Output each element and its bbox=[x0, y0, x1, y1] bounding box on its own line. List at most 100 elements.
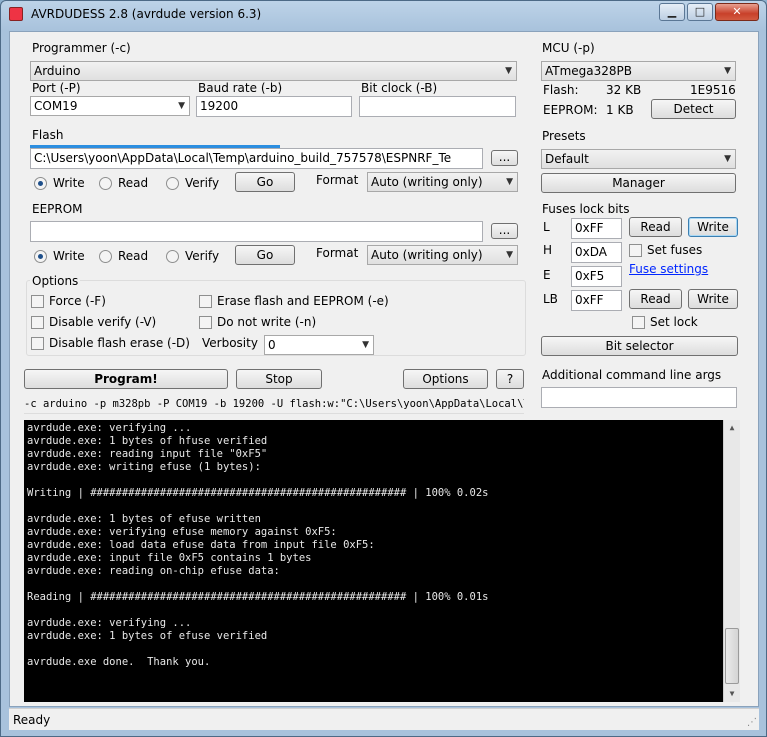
console-line: avrdude.exe: 1 bytes of efuse written bbox=[27, 513, 261, 525]
disable-flash-erase-label: Disable flash erase (-D) bbox=[49, 336, 190, 350]
chevron-down-icon: ▼ bbox=[724, 66, 731, 76]
mcu-select[interactable]: ATmega328PB ▼ bbox=[541, 61, 736, 81]
bitclock-label: Bit clock (-B) bbox=[361, 81, 438, 95]
chevron-down-icon: ▼ bbox=[505, 66, 512, 76]
resize-grip-icon[interactable]: ⋰ bbox=[747, 717, 757, 728]
eeprom-format-select[interactable]: Auto (writing only) ▼ bbox=[367, 245, 518, 265]
eeprom-browse-button[interactable]: ... bbox=[491, 223, 518, 239]
flash-write-label: Write bbox=[53, 176, 85, 190]
verbosity-label: Verbosity bbox=[202, 336, 258, 350]
scrollbar-thumb[interactable] bbox=[725, 628, 739, 684]
maximize-button[interactable]: □ bbox=[687, 3, 713, 21]
fuse-h-label: H bbox=[543, 243, 553, 257]
disable-flash-erase-checkbox[interactable] bbox=[31, 337, 44, 350]
program-button[interactable]: Program! bbox=[24, 369, 228, 389]
erase-flash-label: Erase flash and EEPROM (-e) bbox=[217, 294, 389, 308]
console-line: Reading | ##############################… bbox=[27, 591, 489, 603]
client-area: Programmer (-c) Arduino ▼ Port (-P) COM1… bbox=[9, 31, 759, 707]
command-line-preview: -c arduino -p m328pb -P COM19 -b 19200 -… bbox=[24, 394, 524, 414]
main-window: AVRDUDESS 2.8 (avrdude version 6.3) ▁ □ … bbox=[0, 0, 767, 737]
detect-button[interactable]: Detect bbox=[651, 99, 736, 119]
set-lock-label: Set lock bbox=[650, 315, 698, 329]
console-line: avrdude.exe: input file 0xF5 contains 1 … bbox=[27, 552, 312, 564]
console-line: avrdude.exe: verifying efuse memory agai… bbox=[27, 526, 337, 538]
flash-format-select[interactable]: Auto (writing only) ▼ bbox=[367, 172, 518, 192]
flash-read-radio[interactable] bbox=[99, 177, 112, 190]
fuse-h-input[interactable]: 0xDA bbox=[571, 242, 622, 263]
console-scrollbar[interactable]: ▲ ▼ bbox=[723, 420, 740, 702]
title-bar[interactable]: AVRDUDESS 2.8 (avrdude version 6.3) ▁ □ … bbox=[1, 1, 766, 27]
console-output[interactable]: avrdude.exe: verifying ... avrdude.exe: 1… bbox=[24, 420, 740, 702]
flash-verify-label: Verify bbox=[185, 176, 220, 190]
eeprom-path-input[interactable] bbox=[30, 221, 483, 242]
mcu-value: ATmega328PB bbox=[545, 64, 633, 78]
minimize-button[interactable]: ▁ bbox=[659, 3, 685, 21]
bitclock-input[interactable] bbox=[359, 96, 516, 117]
flash-browse-button[interactable]: ... bbox=[491, 150, 518, 166]
eeprom-verify-label: Verify bbox=[185, 249, 220, 263]
baud-label: Baud rate (-b) bbox=[198, 81, 283, 95]
console-line: avrdude.exe: reading input file "0xF5" bbox=[27, 448, 268, 460]
chevron-down-icon: ▼ bbox=[724, 154, 731, 164]
verbosity-select[interactable]: 0 ▼ bbox=[264, 335, 374, 355]
eeprom-go-button[interactable]: Go bbox=[235, 245, 295, 265]
options-button[interactable]: Options bbox=[403, 369, 488, 389]
fuse-e-input[interactable]: 0xF5 bbox=[571, 266, 622, 287]
flash-verify-radio[interactable] bbox=[166, 177, 179, 190]
bit-selector-button[interactable]: Bit selector bbox=[541, 336, 738, 356]
port-value: COM19 bbox=[34, 99, 78, 113]
set-lock-checkbox[interactable] bbox=[632, 316, 645, 329]
additional-args-label: Additional command line args bbox=[542, 368, 722, 382]
status-text: Ready bbox=[13, 713, 51, 727]
presets-select[interactable]: Default ▼ bbox=[541, 149, 736, 169]
set-fuses-label: Set fuses bbox=[647, 243, 703, 257]
eeprom-read-radio[interactable] bbox=[99, 250, 112, 263]
flash-go-button[interactable]: Go bbox=[235, 172, 295, 192]
presets-manager-button[interactable]: Manager bbox=[541, 173, 736, 193]
erase-flash-checkbox[interactable] bbox=[199, 295, 212, 308]
fuse-l-input[interactable]: 0xFF bbox=[571, 218, 622, 239]
mcu-eeprom-size: 1 KB bbox=[606, 103, 634, 117]
verbosity-value: 0 bbox=[268, 338, 276, 352]
lock-write-button[interactable]: Write bbox=[688, 289, 738, 309]
flash-write-radio[interactable] bbox=[34, 177, 47, 190]
options-label: Options bbox=[30, 274, 81, 288]
programmer-select[interactable]: Arduino ▼ bbox=[30, 61, 517, 81]
scroll-up-icon[interactable]: ▲ bbox=[724, 420, 740, 436]
flash-path-input[interactable]: C:\Users\yoon\AppData\Local\Temp\arduino… bbox=[30, 148, 483, 169]
presets-value: Default bbox=[545, 152, 589, 166]
eeprom-format-value: Auto (writing only) bbox=[371, 248, 483, 262]
force-checkbox[interactable] bbox=[31, 295, 44, 308]
close-button[interactable]: ✕ bbox=[715, 3, 759, 21]
lock-read-button[interactable]: Read bbox=[629, 289, 682, 309]
stop-button[interactable]: Stop bbox=[236, 369, 322, 389]
help-button[interactable]: ? bbox=[496, 369, 524, 389]
eeprom-verify-radio[interactable] bbox=[166, 250, 179, 263]
fuses-read-button[interactable]: Read bbox=[629, 217, 682, 237]
console-line: avrdude.exe: writing efuse (1 bytes): bbox=[27, 461, 261, 473]
eeprom-format-label: Format bbox=[316, 246, 359, 260]
flash-read-label: Read bbox=[118, 176, 149, 190]
programmer-label: Programmer (-c) bbox=[32, 41, 131, 55]
disable-verify-checkbox[interactable] bbox=[31, 316, 44, 329]
baud-input[interactable]: 19200 bbox=[196, 96, 352, 117]
eeprom-label: EEPROM bbox=[32, 202, 83, 216]
set-fuses-checkbox[interactable] bbox=[629, 244, 642, 257]
console-line: avrdude.exe: verifying ... bbox=[27, 617, 192, 629]
eeprom-write-label: Write bbox=[53, 249, 85, 263]
port-select[interactable]: COM19 ▼ bbox=[30, 96, 190, 116]
fuses-write-button[interactable]: Write bbox=[688, 217, 738, 237]
chevron-down-icon: ▼ bbox=[506, 250, 513, 260]
console-line: avrdude.exe: 1 bytes of hfuse verified bbox=[27, 435, 268, 447]
fuse-settings-link[interactable]: Fuse settings bbox=[629, 262, 708, 276]
eeprom-write-radio[interactable] bbox=[34, 250, 47, 263]
scroll-down-icon[interactable]: ▼ bbox=[724, 686, 740, 702]
lock-lb-input[interactable]: 0xFF bbox=[571, 290, 622, 311]
additional-args-input[interactable] bbox=[541, 387, 737, 408]
do-not-write-checkbox[interactable] bbox=[199, 316, 212, 329]
